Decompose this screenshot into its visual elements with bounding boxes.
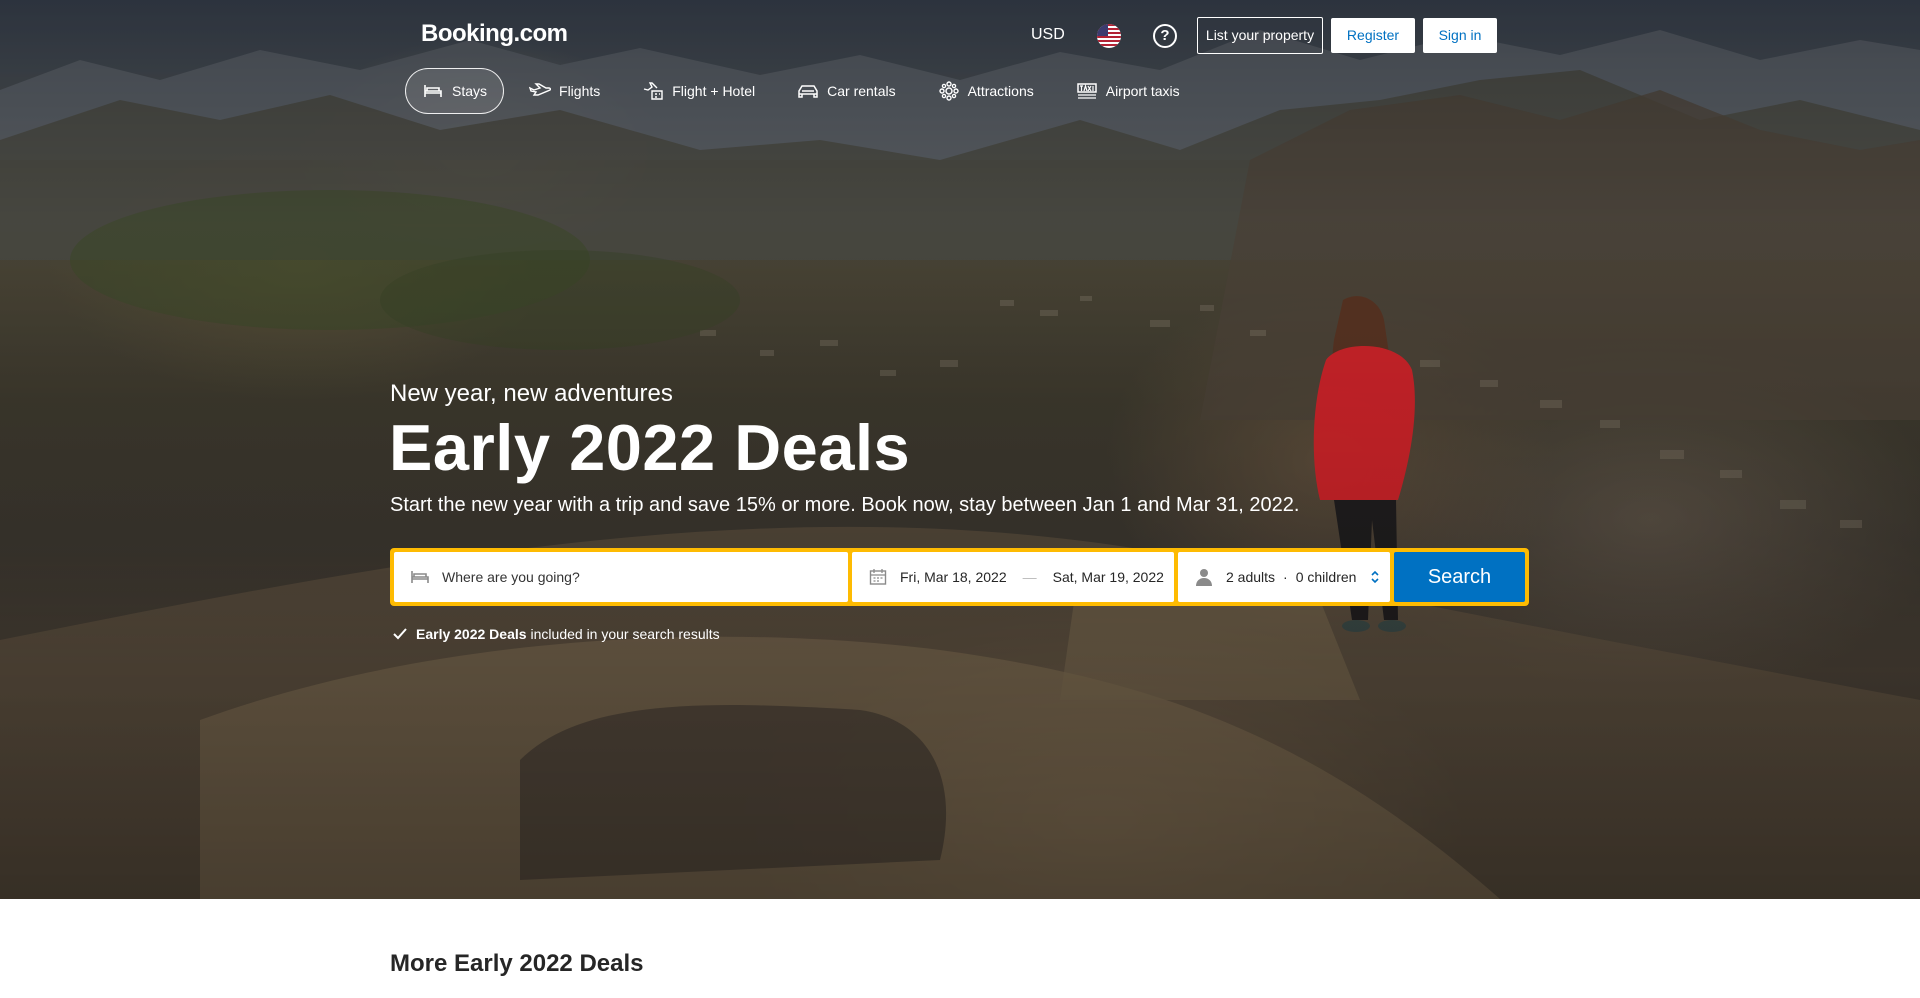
date-separator: —: [1022, 569, 1037, 585]
nav-flight-hotel[interactable]: Flight + Hotel: [625, 68, 772, 114]
nav-label: Flight + Hotel: [672, 83, 756, 99]
product-nav: Stays Flights Flight + Hotel Car rentals…: [405, 68, 1205, 114]
nav-airport-taxis[interactable]: Airport taxis: [1059, 68, 1197, 114]
hero-subtitle: Start the new year with a trip and save …: [390, 494, 1300, 516]
adults-count: 2 adults: [1226, 569, 1276, 585]
deals-included-bold: Early 2022 Deals: [416, 626, 527, 642]
us-flag-icon[interactable]: [1097, 24, 1121, 48]
guest-separator: ·: [1283, 569, 1288, 585]
search-button[interactable]: Search: [1394, 552, 1525, 602]
car-icon: [797, 81, 819, 101]
children-count: 0 children: [1295, 569, 1357, 585]
question-circle-icon[interactable]: ?: [1153, 24, 1177, 48]
checkout-date[interactable]: Sat, Mar 19, 2022: [1053, 569, 1164, 585]
checkin-date[interactable]: Fri, Mar 18, 2022: [900, 569, 1007, 585]
list-your-property-button[interactable]: List your property: [1197, 17, 1323, 54]
nav-stays[interactable]: Stays: [405, 68, 505, 114]
nav-label: Stays: [452, 83, 488, 99]
nav-flights[interactable]: Flights: [512, 68, 617, 114]
attractions-icon: [938, 81, 960, 101]
search-bar: Fri, Mar 18, 2022 — Sat, Mar 19, 2022 2 …: [390, 548, 1529, 606]
deals-included-text: included in your search results: [530, 626, 720, 642]
booking-logo[interactable]: Booking.com: [421, 20, 568, 48]
nav-label: Flights: [559, 83, 601, 99]
sign-in-button[interactable]: Sign in: [1423, 18, 1497, 53]
chevron-up-down-icon: [1370, 569, 1380, 585]
destination-input[interactable]: [442, 569, 802, 585]
checkmark-icon: [392, 626, 408, 642]
nav-attractions[interactable]: Attractions: [921, 68, 1051, 114]
deals-included-note: Early 2022 Deals included in your search…: [392, 626, 720, 642]
nav-car-rentals[interactable]: Car rentals: [780, 68, 912, 114]
nav-label: Airport taxis: [1105, 83, 1180, 99]
bed-icon: [422, 81, 444, 101]
nav-label: Car rentals: [827, 83, 896, 99]
section-title: More Early 2022 Deals: [390, 950, 644, 977]
register-button[interactable]: Register: [1331, 18, 1415, 53]
nav-label: Attractions: [967, 83, 1034, 99]
dates-field[interactable]: Fri, Mar 18, 2022 — Sat, Mar 19, 2022: [852, 552, 1174, 602]
bed-icon: [410, 567, 430, 587]
currency-selector[interactable]: USD: [1031, 26, 1065, 44]
flight-hotel-icon: [642, 81, 664, 101]
destination-field[interactable]: [394, 552, 848, 602]
hero-eyebrow: New year, new adventures: [390, 380, 673, 407]
plane-icon: [529, 81, 552, 101]
hero-title: Early 2022 Deals: [389, 411, 911, 484]
calendar-icon: [868, 567, 888, 587]
guests-field[interactable]: 2 adults · 0 children: [1178, 552, 1390, 602]
person-icon: [1194, 567, 1214, 587]
taxi-icon: [1076, 81, 1098, 101]
top-header: Booking.com USD ? List your property Reg…: [0, 0, 1920, 140]
